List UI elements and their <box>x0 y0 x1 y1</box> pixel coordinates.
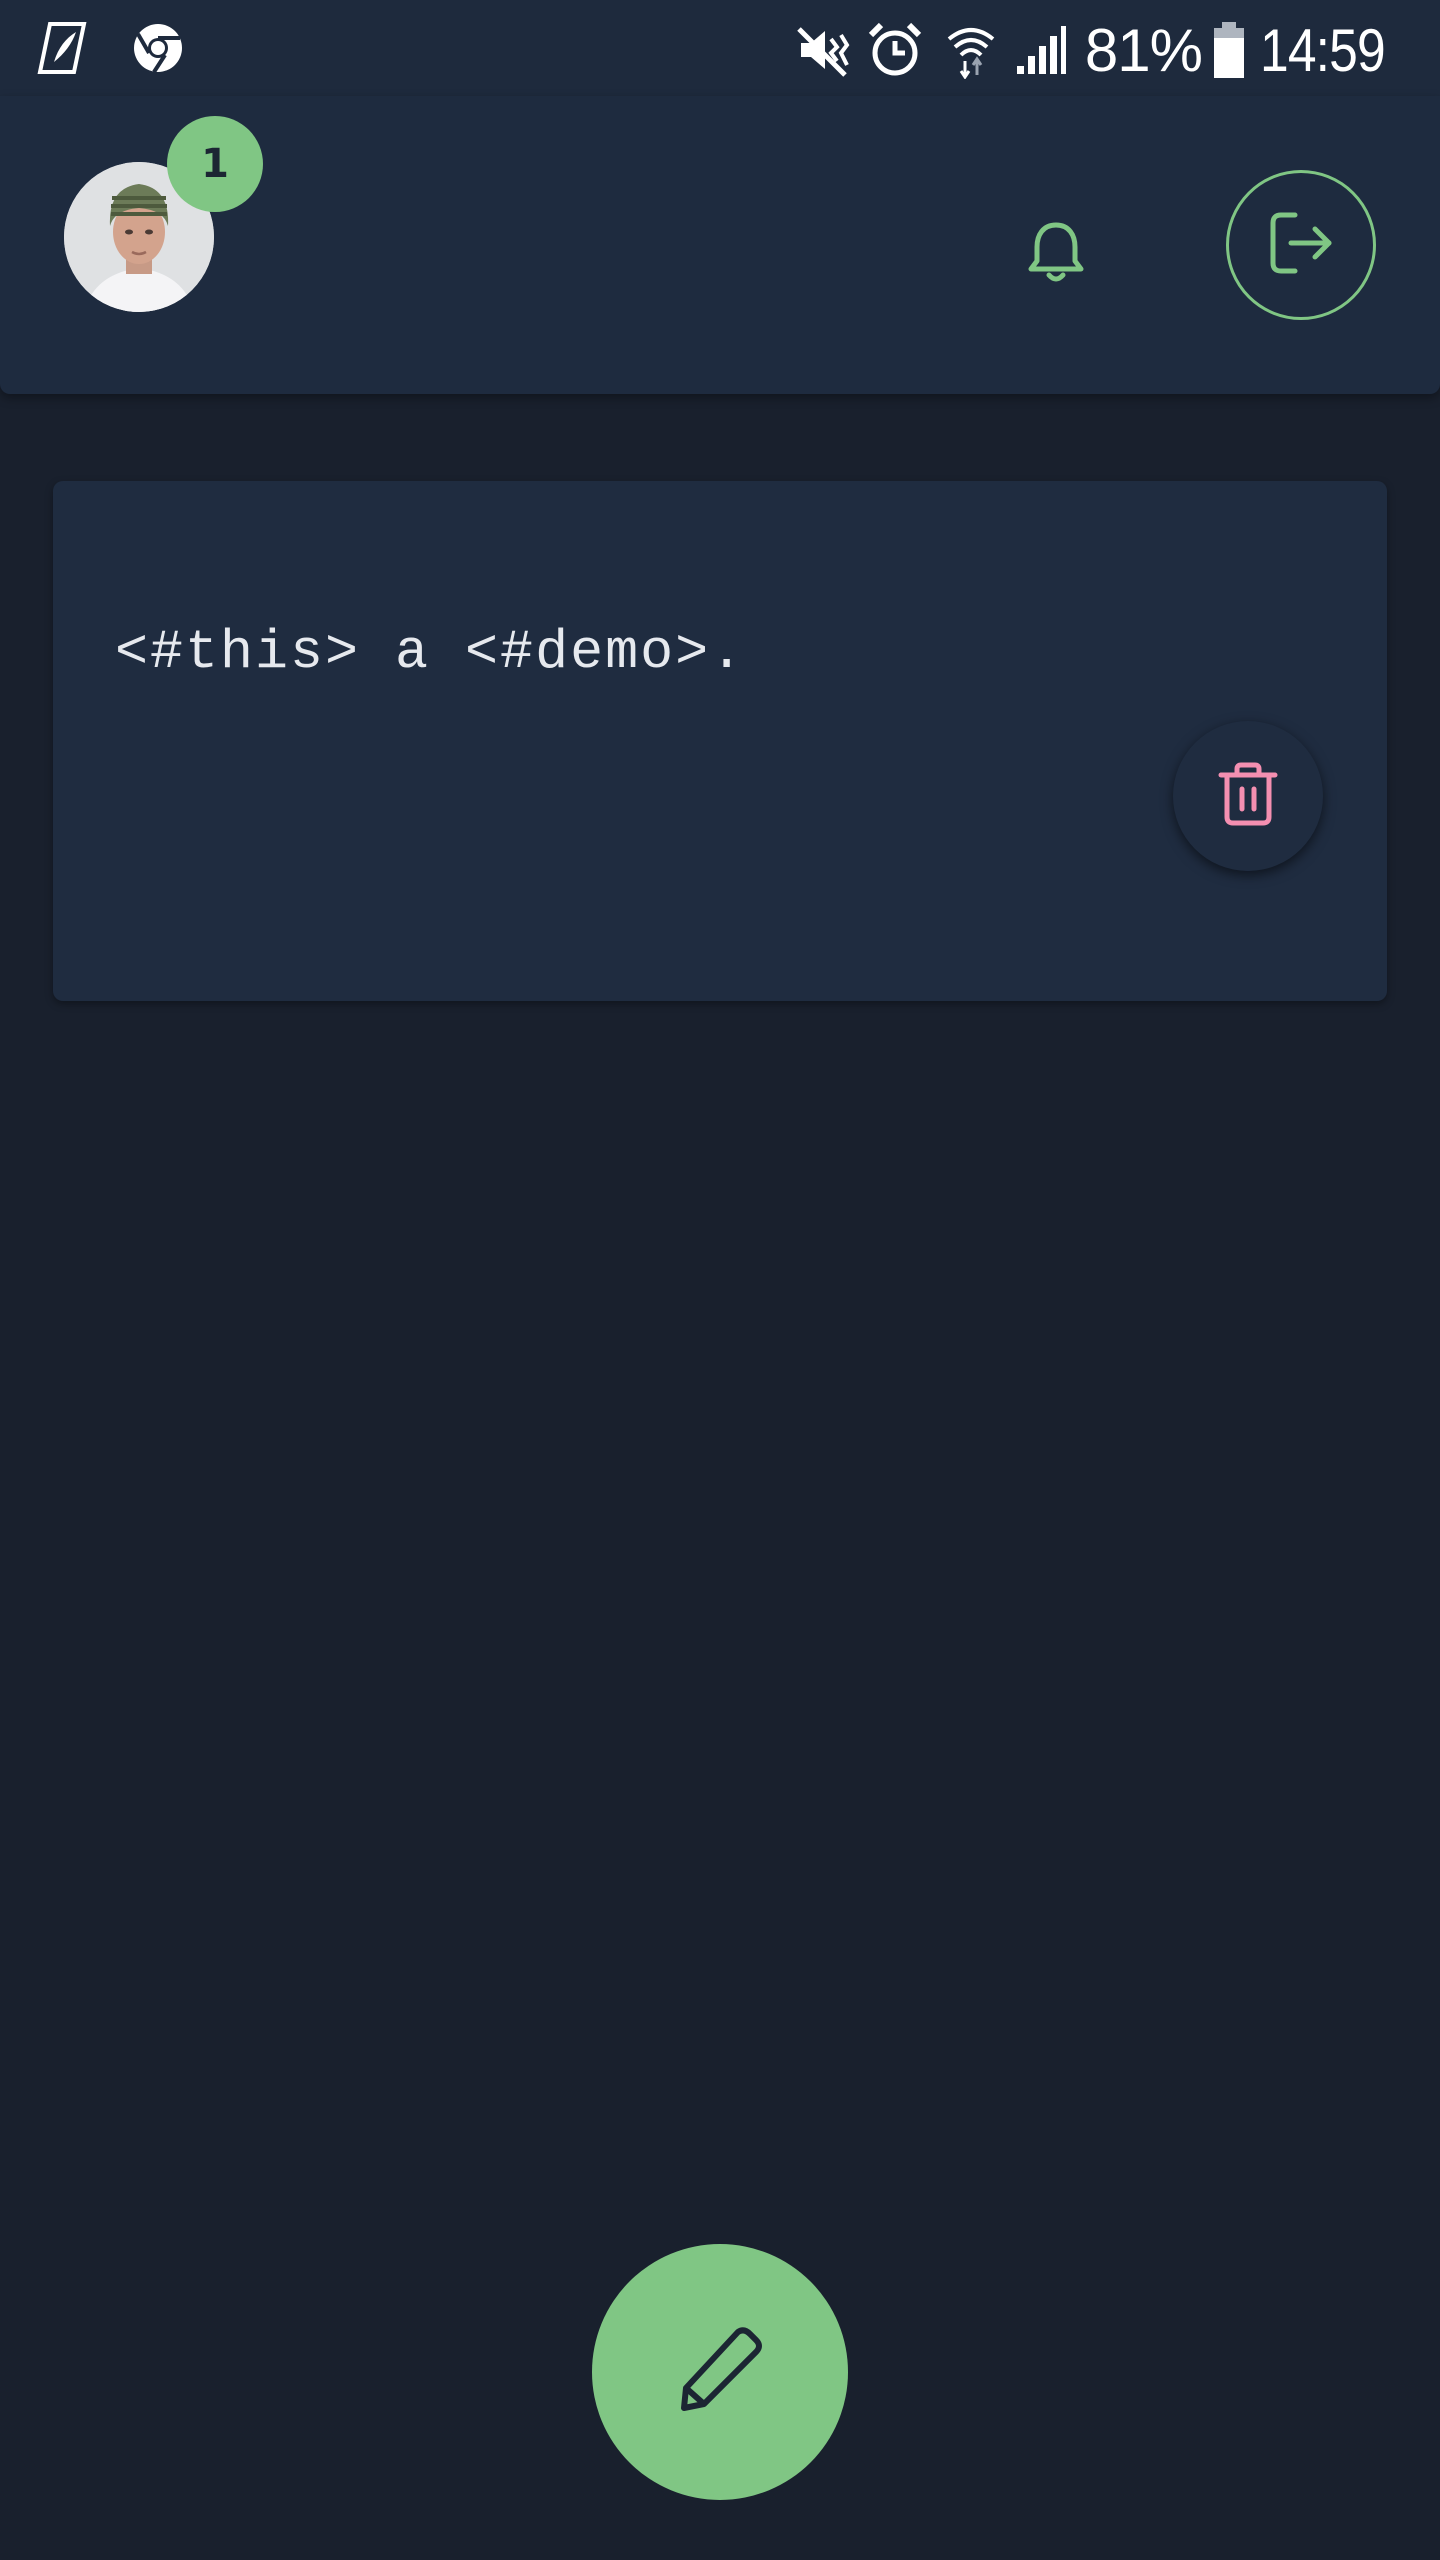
logout-button[interactable] <box>1226 170 1376 320</box>
signal-icon <box>1015 24 1067 76</box>
notification-count-badge: 1 <box>167 116 263 212</box>
mute-icon <box>795 21 853 79</box>
battery-icon <box>1212 22 1246 78</box>
delete-post-button[interactable] <box>1173 721 1323 871</box>
alarm-icon <box>867 21 923 79</box>
wifi-icon <box>945 21 997 79</box>
status-bar: 81% 14:59 <box>0 0 1440 100</box>
chrome-icon <box>130 20 186 80</box>
notifications-button[interactable] <box>1008 206 1104 302</box>
status-left-icons <box>34 20 186 80</box>
compose-button[interactable] <box>592 2244 848 2500</box>
trash-icon <box>1213 759 1283 833</box>
battery-percent: 81% <box>1084 16 1203 84</box>
post-text: <#this> a <#demo>. <box>115 621 746 684</box>
pencil-icon <box>674 2324 766 2420</box>
post-card: <#this> a <#demo>. <box>53 481 1387 1001</box>
clock: 14:59 <box>1260 16 1386 84</box>
app-header: 1 <box>0 96 1440 394</box>
bell-icon <box>1021 217 1091 291</box>
status-right-icons: 81% 14:59 <box>795 12 1402 88</box>
feather-app-icon <box>34 20 90 80</box>
logout-icon <box>1265 207 1337 283</box>
